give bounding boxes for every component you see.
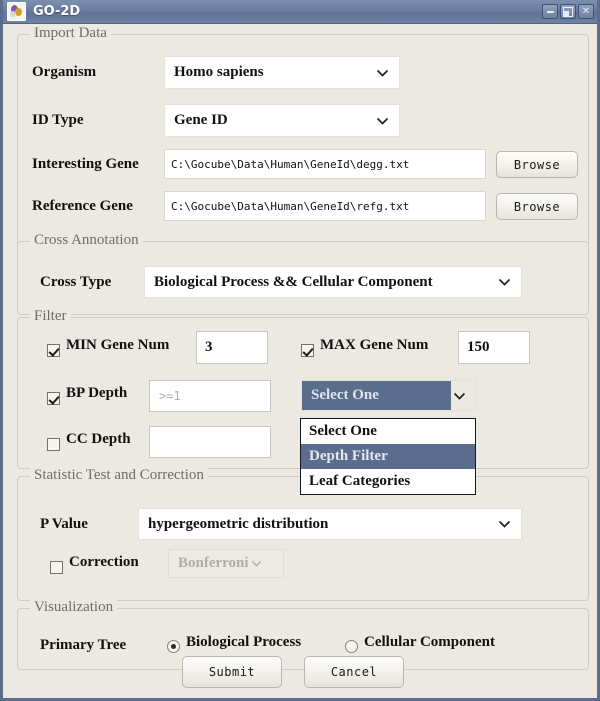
chevron-down-icon (496, 520, 512, 528)
cross-type-label: Cross Type (40, 274, 112, 290)
app-icon (7, 2, 26, 21)
interesting-gene-input[interactable]: C:\Gocube\Data\Human\GeneId\degg.txt (164, 149, 486, 179)
max-gene-num-checkbox[interactable] (301, 344, 314, 357)
primary-tree-label: Primary Tree (40, 637, 127, 653)
chevron-down-icon (496, 278, 512, 286)
chevron-down-icon (451, 392, 467, 400)
dropdown-option-depth-filter[interactable]: Depth Filter (301, 444, 475, 469)
chevron-down-icon (374, 69, 390, 77)
radio-cellular-component[interactable] (345, 640, 358, 653)
correction-method-select: Bonferroni (168, 549, 284, 578)
dialog-content: Import Data Organism Homo sapiens ID Typ… (6, 24, 594, 695)
min-gene-num-checkbox[interactable] (47, 344, 60, 357)
p-value-select[interactable]: hypergeometric distribution (138, 508, 522, 540)
depth-mode-select[interactable]: Select One (301, 380, 477, 411)
id-type-select[interactable]: Gene ID (164, 104, 400, 137)
title-bar: GO-2D ✕ (3, 0, 597, 24)
p-value-value: hypergeometric distribution (148, 515, 329, 532)
correction-checkbox[interactable] (50, 561, 63, 574)
id-type-label: ID Type (32, 112, 84, 128)
chevron-down-icon (374, 117, 390, 125)
cross-annotation-group: Cross Annotation Cross Type Biological P… (17, 232, 589, 315)
close-icon[interactable]: ✕ (578, 4, 594, 19)
bp-depth-checkbox[interactable] (47, 392, 60, 405)
maximize-icon[interactable] (560, 4, 576, 19)
browse-reference-gene-button[interactable]: Browse (496, 193, 578, 220)
p-value-label: P Value (40, 516, 88, 532)
visualization-legend: Visualization (30, 599, 118, 616)
import-data-group: Import Data Organism Homo sapiens ID Typ… (17, 25, 589, 250)
cancel-button[interactable]: Cancel (304, 656, 404, 688)
visualization-group: Visualization Primary Tree Biological Pr… (17, 599, 589, 670)
organism-select[interactable]: Homo sapiens (164, 56, 400, 89)
cross-annotation-legend: Cross Annotation (30, 232, 143, 249)
cc-depth-label: CC Depth (66, 431, 131, 447)
reference-gene-input[interactable]: C:\Gocube\Data\Human\GeneId\refg.txt (164, 191, 486, 221)
window-title: GO-2D (33, 4, 81, 19)
max-gene-num-label: MAX Gene Num (320, 337, 429, 353)
reference-gene-label: Reference Gene (32, 198, 133, 214)
organism-label: Organism (32, 64, 97, 80)
dropdown-option-leaf-categories[interactable]: Leaf Categories (301, 469, 475, 494)
minimize-icon[interactable] (542, 4, 558, 19)
cross-type-select[interactable]: Biological Process && Cellular Component (144, 266, 522, 298)
chevron-down-icon (249, 560, 265, 567)
depth-mode-value: Select One (302, 381, 451, 410)
correction-method-value: Bonferroni (178, 555, 249, 571)
bp-depth-input[interactable]: >=1 (149, 380, 271, 412)
browse-interesting-gene-button[interactable]: Browse (496, 151, 578, 178)
application-window: GO-2D ✕ Import Data Organism Homo sapien… (0, 0, 600, 701)
cc-depth-checkbox[interactable] (47, 438, 60, 451)
cross-type-value: Biological Process && Cellular Component (154, 273, 433, 290)
organism-value: Homo sapiens (174, 64, 264, 80)
interesting-gene-label: Interesting Gene (32, 156, 139, 172)
correction-label: Correction (69, 554, 139, 570)
radio-label-cellular-component: Cellular Component (364, 634, 495, 650)
radio-biological-process[interactable] (167, 640, 180, 653)
statistic-legend: Statistic Test and Correction (30, 467, 208, 484)
cc-depth-input[interactable] (149, 426, 271, 458)
submit-button[interactable]: Submit (182, 656, 282, 688)
max-gene-num-input[interactable]: 150 (458, 331, 530, 364)
import-data-legend: Import Data (30, 25, 111, 42)
id-type-value: Gene ID (174, 112, 228, 128)
depth-mode-dropdown-list[interactable]: Select One Depth Filter Leaf Categories (300, 418, 476, 495)
min-gene-num-input[interactable]: 3 (196, 331, 268, 364)
radio-label-biological-process: Biological Process (186, 634, 302, 650)
bp-depth-label: BP Depth (66, 385, 128, 401)
dropdown-option-select-one[interactable]: Select One (301, 419, 475, 444)
min-gene-num-label: MIN Gene Num (66, 337, 170, 353)
filter-legend: Filter (30, 308, 71, 325)
